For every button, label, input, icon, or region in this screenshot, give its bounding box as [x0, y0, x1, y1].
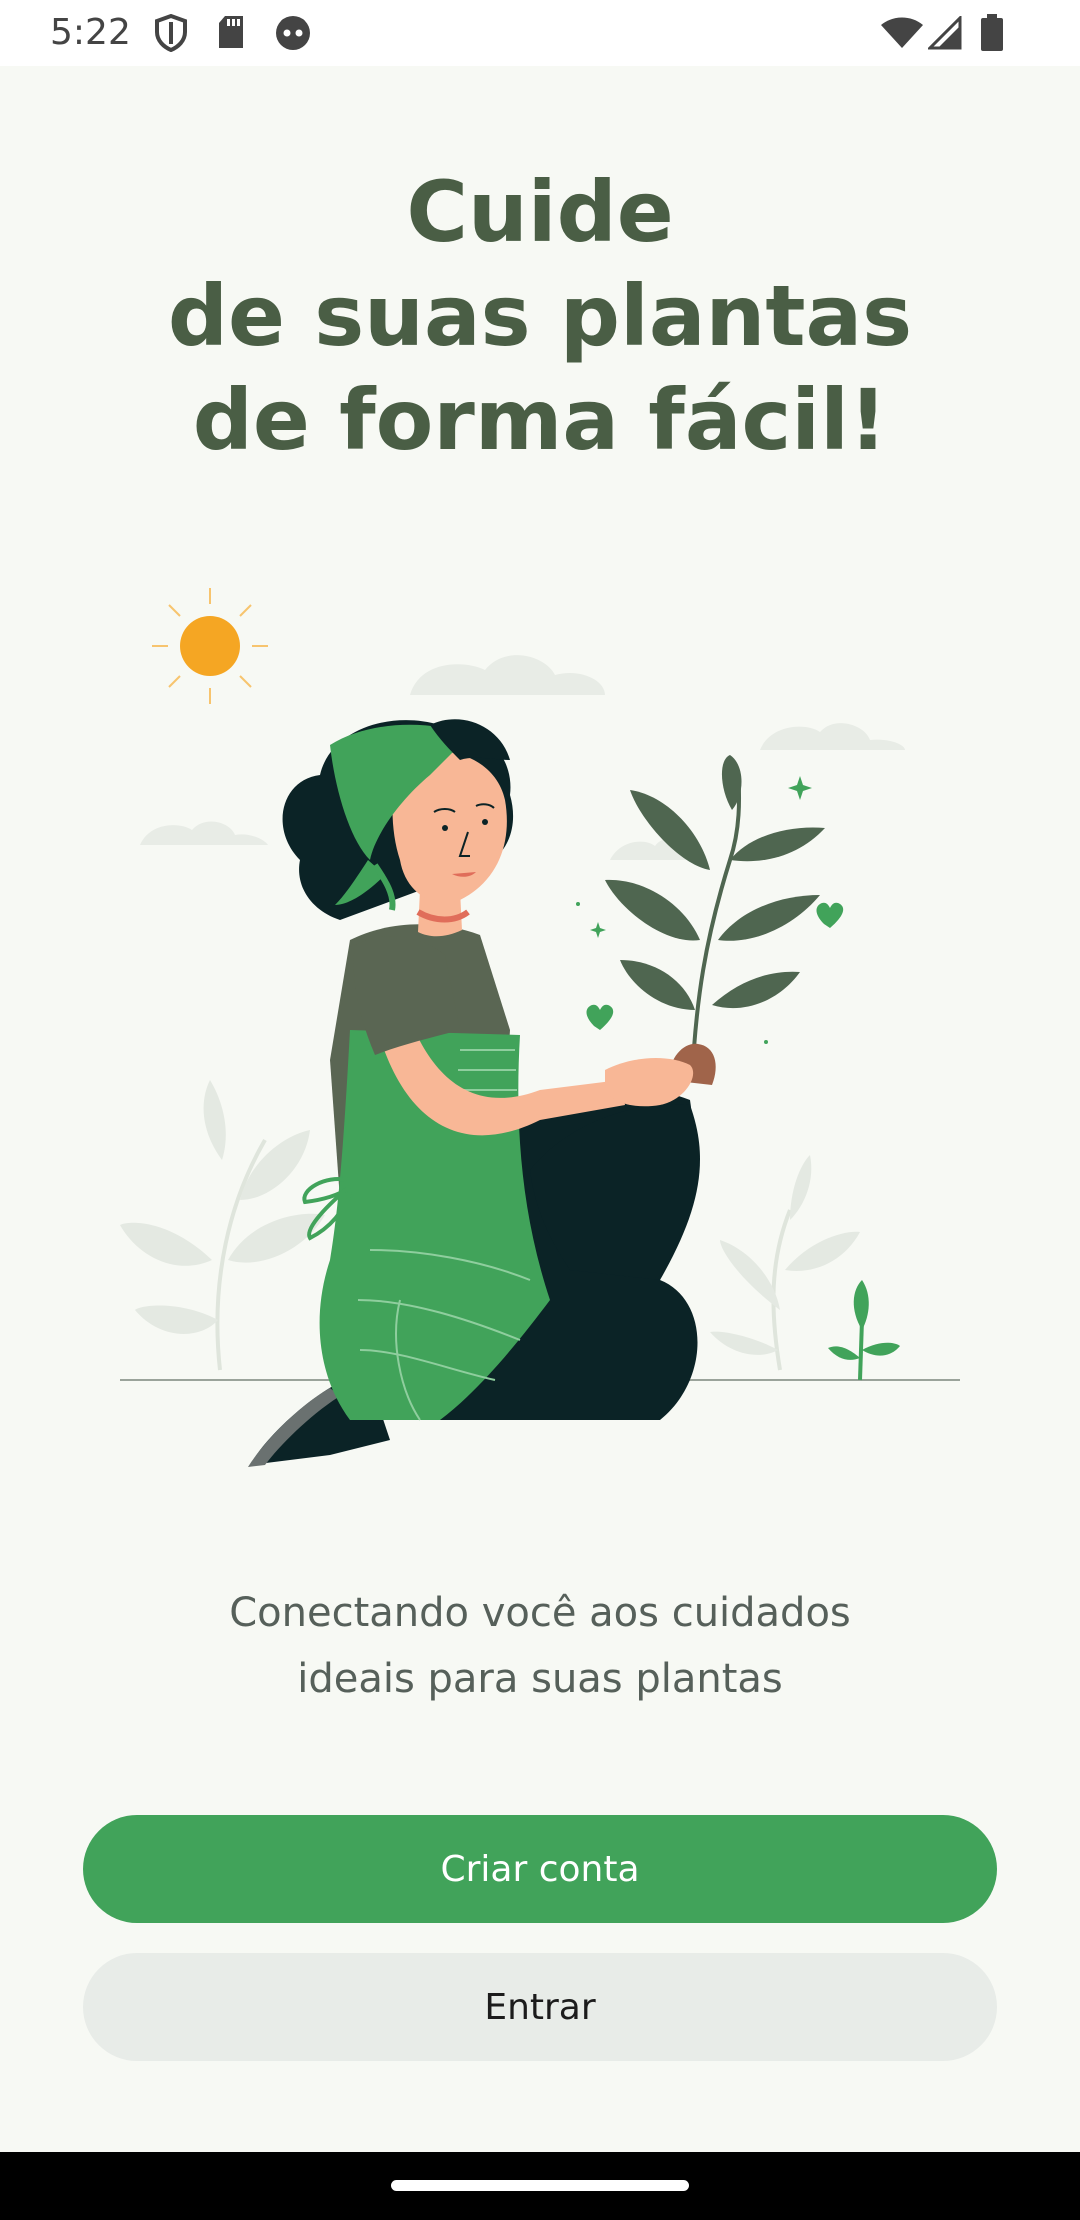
sd-card-icon [216, 14, 246, 55]
gardener-illustration [100, 560, 980, 1480]
sign-in-button[interactable]: Entrar [83, 1953, 997, 2061]
sign-in-label: Entrar [484, 1986, 596, 2028]
status-bar: 5:22 [0, 0, 1080, 66]
headline-line-3: de forma fácil! [192, 371, 888, 469]
battery-icon [980, 14, 1004, 57]
navigation-bar [0, 2152, 1080, 2220]
potted-plant [605, 755, 825, 1085]
background-plant-right [710, 1155, 860, 1371]
wifi-icon [880, 16, 924, 55]
cellular-signal-icon [926, 14, 962, 55]
background-plant-left [120, 1080, 325, 1371]
subtitle-line-1: Conectando você aos cuidados [229, 1590, 851, 1636]
status-time: 5:22 [50, 12, 131, 53]
headline-line-1: Cuide [406, 163, 674, 261]
robot-face-icon [274, 14, 312, 57]
woman-figure [248, 719, 700, 1467]
create-account-label: Criar conta [440, 1848, 640, 1890]
create-account-button[interactable]: Criar conta [83, 1815, 997, 1923]
home-gesture-handle[interactable] [391, 2180, 689, 2191]
subtitle-line-2: ideais para suas plantas [297, 1656, 783, 1702]
subtitle: Conectando você aos cuidados ideais para… [0, 1580, 1080, 1712]
sprout-icon [828, 1280, 900, 1381]
sun-icon [152, 588, 268, 704]
headline: Cuide de suas plantas de forma fácil! [0, 160, 1080, 472]
shield-icon [154, 13, 188, 57]
headline-line-2: de suas plantas [167, 267, 913, 365]
